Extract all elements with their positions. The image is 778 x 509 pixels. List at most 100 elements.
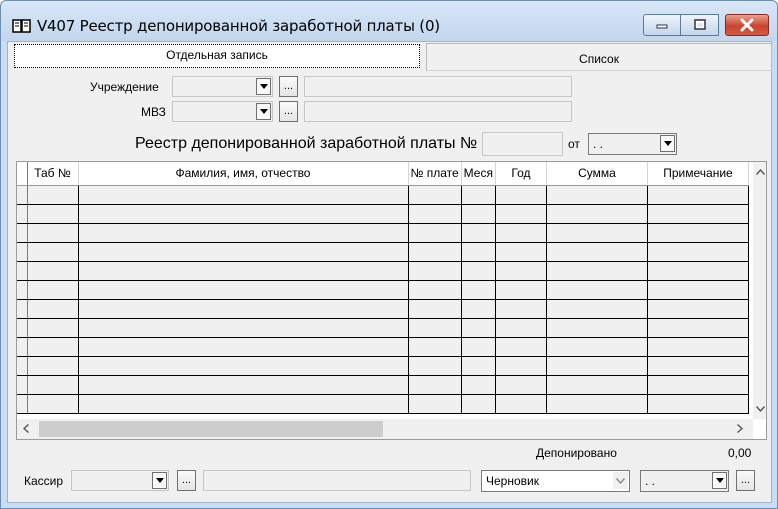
footer-date-browse-button[interactable]: ...: [736, 470, 755, 491]
table-cell[interactable]: [461, 185, 496, 205]
table-cell[interactable]: [78, 318, 409, 338]
status-combo[interactable]: Черновик: [481, 470, 630, 492]
from-date-combo[interactable]: . .: [588, 133, 677, 155]
table-cell[interactable]: [647, 242, 749, 262]
table-cell[interactable]: [461, 356, 496, 376]
table-row[interactable]: [17, 242, 749, 262]
table-cell[interactable]: [408, 356, 462, 376]
table-row[interactable]: [17, 318, 749, 338]
institution-name-field[interactable]: [304, 76, 572, 97]
table-cell[interactable]: [78, 185, 409, 205]
table-cell[interactable]: [546, 394, 648, 414]
table-cell[interactable]: [495, 356, 547, 376]
table-row[interactable]: [17, 299, 749, 319]
column-header[interactable]: № плате: [408, 162, 462, 186]
table-cell[interactable]: [408, 185, 462, 205]
table-cell[interactable]: [495, 223, 547, 243]
table-cell[interactable]: [647, 356, 749, 376]
title-bar[interactable]: V407 Реестр депонированной заработной пл…: [1, 1, 777, 41]
table-cell[interactable]: [495, 299, 547, 319]
table-row[interactable]: [17, 337, 749, 357]
table-cell[interactable]: [78, 204, 409, 224]
row-indicator[interactable]: [17, 318, 28, 338]
row-indicator[interactable]: [17, 261, 28, 281]
maximize-button[interactable]: [681, 14, 719, 36]
close-button[interactable]: [725, 14, 769, 36]
table-row[interactable]: [17, 280, 749, 300]
table-cell[interactable]: [461, 375, 496, 395]
table-cell[interactable]: [546, 280, 648, 300]
table-cell[interactable]: [408, 394, 462, 414]
row-indicator[interactable]: [17, 356, 28, 376]
mvz-combo[interactable]: [172, 101, 273, 122]
table-cell[interactable]: [78, 356, 409, 376]
column-header[interactable]: Фамилия, имя, отчество: [78, 162, 409, 186]
cashier-combo[interactable]: [71, 470, 169, 491]
table-cell[interactable]: [461, 280, 496, 300]
mvz-browse-button[interactable]: ...: [279, 101, 298, 122]
column-header[interactable]: Таб №: [27, 162, 79, 186]
cashier-browse-button[interactable]: ...: [177, 470, 196, 491]
table-cell[interactable]: [495, 394, 547, 414]
tab-list[interactable]: Список: [426, 43, 772, 71]
table-cell[interactable]: [461, 299, 496, 319]
table-cell[interactable]: [27, 242, 79, 262]
table-row[interactable]: [17, 223, 749, 243]
table-cell[interactable]: [78, 375, 409, 395]
row-indicator[interactable]: [17, 242, 28, 262]
table-cell[interactable]: [461, 223, 496, 243]
row-indicator[interactable]: [17, 394, 28, 414]
table-cell[interactable]: [27, 318, 79, 338]
minimize-button[interactable]: [643, 14, 681, 36]
row-indicator[interactable]: [17, 204, 28, 224]
column-header[interactable]: Сумма: [546, 162, 648, 186]
table-cell[interactable]: [647, 394, 749, 414]
table-cell[interactable]: [408, 242, 462, 262]
table-row[interactable]: [17, 375, 749, 395]
table-cell[interactable]: [27, 204, 79, 224]
table-cell[interactable]: [408, 337, 462, 357]
table-cell[interactable]: [647, 185, 749, 205]
horizontal-scrollbar[interactable]: [17, 419, 753, 439]
institution-combo[interactable]: [172, 76, 273, 97]
scroll-up-icon[interactable]: [756, 169, 765, 175]
table-cell[interactable]: [546, 318, 648, 338]
mvz-dropdown-button[interactable]: [256, 103, 271, 120]
table-cell[interactable]: [546, 223, 648, 243]
mvz-name-field[interactable]: [304, 101, 572, 122]
registry-grid[interactable]: Таб № Фамилия, имя, отчество № плате Мес…: [16, 161, 767, 440]
table-cell[interactable]: [495, 185, 547, 205]
table-cell[interactable]: [27, 356, 79, 376]
table-cell[interactable]: [647, 375, 749, 395]
table-cell[interactable]: [647, 318, 749, 338]
table-cell[interactable]: [546, 299, 648, 319]
cashier-name-field[interactable]: [203, 470, 471, 491]
table-cell[interactable]: [27, 337, 79, 357]
institution-browse-button[interactable]: ...: [279, 76, 298, 97]
table-cell[interactable]: [647, 337, 749, 357]
table-cell[interactable]: [546, 356, 648, 376]
table-cell[interactable]: [27, 394, 79, 414]
table-cell[interactable]: [408, 261, 462, 281]
table-cell[interactable]: [647, 280, 749, 300]
table-cell[interactable]: [461, 242, 496, 262]
table-cell[interactable]: [461, 394, 496, 414]
row-indicator[interactable]: [17, 375, 28, 395]
table-cell[interactable]: [495, 375, 547, 395]
tab-single-record[interactable]: Отдельная запись: [14, 44, 420, 68]
registry-number-field[interactable]: [482, 132, 563, 156]
table-cell[interactable]: [546, 337, 648, 357]
table-cell[interactable]: [78, 394, 409, 414]
table-cell[interactable]: [78, 261, 409, 281]
table-cell[interactable]: [27, 261, 79, 281]
vertical-scrollbar[interactable]: [753, 162, 766, 419]
status-dropdown-button[interactable]: [613, 472, 628, 489]
table-cell[interactable]: [27, 185, 79, 205]
table-cell[interactable]: [461, 204, 496, 224]
table-cell[interactable]: [78, 280, 409, 300]
table-cell[interactable]: [461, 318, 496, 338]
footer-date-dropdown-button[interactable]: [712, 472, 727, 489]
table-row[interactable]: [17, 204, 749, 224]
table-cell[interactable]: [647, 223, 749, 243]
table-row[interactable]: [17, 185, 749, 205]
